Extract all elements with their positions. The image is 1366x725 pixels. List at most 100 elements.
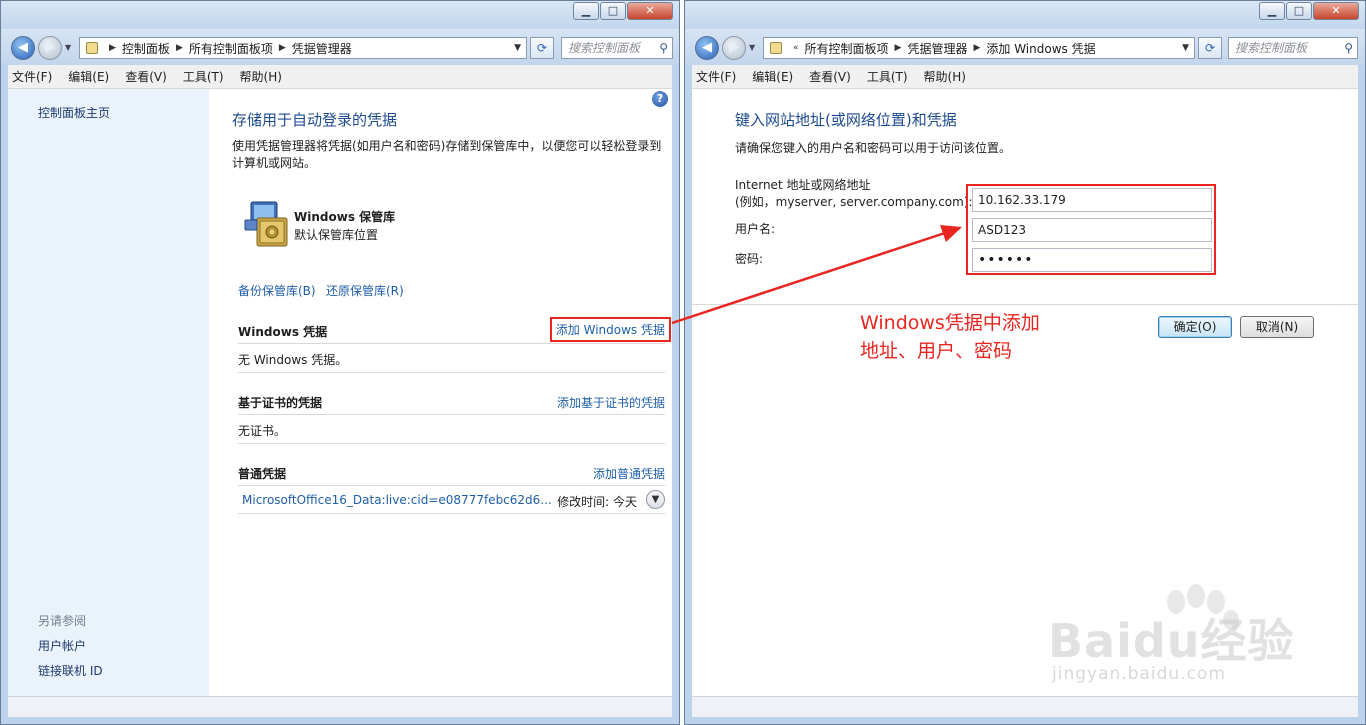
- dialog-divider: [692, 304, 1358, 305]
- vault-title: Windows 保管库: [294, 210, 396, 224]
- window-buttons: ▁ □ ✕: [572, 2, 673, 20]
- menu-view[interactable]: 查看(V): [125, 68, 167, 85]
- section-title: Windows 凭据: [238, 325, 328, 339]
- sidebar-item-control-panel-home[interactable]: 控制面板主页: [38, 104, 110, 121]
- control-panel-icon: [86, 42, 98, 54]
- watermark-url: jingyan.baidu.com: [1052, 664, 1226, 684]
- menu-edit[interactable]: 编辑(E): [752, 68, 793, 85]
- menu-tools[interactable]: 工具(T): [183, 68, 224, 85]
- breadcrumb-item[interactable]: 所有控制面板项: [189, 40, 273, 57]
- content-area: 控制面板主页 另请参阅 用户帐户 链接联机 ID ? 存储用于自动登录的凭据 使…: [8, 89, 672, 696]
- minimize-button[interactable]: ▁: [573, 2, 599, 20]
- username-input[interactable]: ASD123: [972, 218, 1212, 242]
- address-dropdown-chevron-down-icon[interactable]: ▼: [514, 43, 521, 53]
- refresh-button[interactable]: ⟳: [1198, 37, 1222, 59]
- section-title: 普通凭据: [238, 467, 287, 481]
- menu-edit[interactable]: 编辑(E): [68, 68, 109, 85]
- breadcrumb-arrow-icon: ▶: [278, 43, 286, 53]
- recent-pages-chevron-down-icon[interactable]: ▼: [749, 43, 755, 52]
- breadcrumb-arrow-icon: ▶: [894, 43, 902, 53]
- search-input[interactable]: 搜索控制面板 ⚲: [1228, 37, 1358, 59]
- breadcrumb-item[interactable]: 控制面板: [122, 40, 170, 57]
- search-icon[interactable]: ⚲: [659, 38, 668, 58]
- breadcrumb-arrow-icon: ▶: [175, 43, 183, 53]
- breadcrumb-arrow-icon: ▶: [973, 43, 981, 53]
- help-icon[interactable]: ?: [652, 91, 668, 107]
- window-buttons: ▁ □ ✕: [1258, 2, 1359, 20]
- address-label-line2: (例如，myserver, server.company.com):: [735, 195, 973, 209]
- breadcrumb-overflow[interactable]: «: [793, 43, 799, 53]
- back-button[interactable]: ◀: [11, 36, 35, 60]
- forward-button[interactable]: ▶: [38, 36, 62, 60]
- forward-button[interactable]: ▶: [722, 36, 746, 60]
- search-icon[interactable]: ⚲: [1344, 38, 1353, 58]
- main-panel: ? 存储用于自动登录的凭据 使用凭据管理器将凭据(如用户名和密码)存储到保管库中…: [209, 89, 672, 696]
- restore-vault-link[interactable]: 还原保管库(R): [326, 282, 404, 299]
- vault-subtitle: 默认保管库位置: [294, 228, 379, 242]
- close-button[interactable]: ✕: [1313, 2, 1359, 20]
- breadcrumb-item[interactable]: 所有控制面板项: [805, 40, 889, 57]
- page-title: 存储用于自动登录的凭据: [232, 111, 398, 129]
- section-divider: [238, 485, 665, 486]
- section-divider: [238, 343, 665, 344]
- menu-bar: 文件(F) 编辑(E) 查看(V) 工具(T) 帮助(H): [8, 65, 672, 89]
- menu-help[interactable]: 帮助(H): [240, 68, 282, 85]
- annotation-text: Windows凭据中添加 地址、用户、密码: [860, 309, 1040, 365]
- section-divider: [238, 372, 665, 373]
- back-button[interactable]: ◀: [695, 36, 719, 60]
- annotation-line2: 地址、用户、密码: [860, 340, 1013, 362]
- section-empty-text: 无证书。: [238, 424, 287, 438]
- windows-credentials-section: Windows 凭据 添加 Windows 凭据 无 Windows 凭据。: [238, 317, 671, 373]
- minimize-button[interactable]: ▁: [1259, 2, 1285, 20]
- menu-help[interactable]: 帮助(H): [924, 68, 966, 85]
- search-input[interactable]: 搜索控制面板 ⚲: [561, 37, 673, 59]
- sidebar-item-link-online-id[interactable]: 链接联机 ID: [38, 662, 103, 679]
- ok-button[interactable]: 确定(O): [1158, 316, 1232, 338]
- credential-modified: 修改时间: 今天: [557, 495, 637, 509]
- menu-tools[interactable]: 工具(T): [867, 68, 908, 85]
- section-empty-text: 无 Windows 凭据。: [238, 353, 348, 367]
- close-button[interactable]: ✕: [627, 2, 673, 20]
- address-label: Internet 地址或网络地址 (例如，myserver, server.co…: [735, 177, 973, 211]
- address-input[interactable]: 10.162.33.179: [972, 188, 1212, 212]
- add-certificate-credential-link[interactable]: 添加基于证书的凭据: [557, 394, 665, 411]
- expand-chevron-down-icon[interactable]: ▼: [646, 490, 665, 509]
- menu-file[interactable]: 文件(F): [12, 68, 52, 85]
- breadcrumb-arrow-icon: ▶: [109, 43, 116, 53]
- cancel-button[interactable]: 取消(N): [1240, 316, 1314, 338]
- breadcrumb-item[interactable]: 凭据管理器: [292, 40, 352, 57]
- credential-fields-highlight: 10.162.33.179 ASD123 ••••••: [966, 184, 1216, 275]
- backup-vault-link[interactable]: 备份保管库(B): [238, 282, 316, 299]
- refresh-button[interactable]: ⟳: [530, 37, 554, 59]
- breadcrumb-item[interactable]: 凭据管理器: [907, 40, 967, 57]
- credential-name[interactable]: MicrosoftOffice16_Data:live:cid=e08777fe…: [242, 493, 552, 507]
- sidebar-item-user-accounts[interactable]: 用户帐户: [38, 637, 86, 654]
- password-label: 密码:: [735, 252, 764, 266]
- menu-view[interactable]: 查看(V): [809, 68, 851, 85]
- windows-vault-icon: [244, 201, 288, 247]
- navigation-bar: ◀ ▶ ▼ « 所有控制面板项 ▶ 凭据管理器 ▶ 添加 Windows 凭据 …: [685, 29, 1365, 65]
- annotation-line1: Windows凭据中添加: [860, 312, 1040, 334]
- recent-pages-chevron-down-icon[interactable]: ▼: [65, 43, 71, 52]
- address-label-line1: Internet 地址或网络地址: [735, 178, 871, 192]
- breadcrumb-item[interactable]: 添加 Windows 凭据: [986, 40, 1095, 57]
- maximize-button[interactable]: □: [1286, 2, 1312, 20]
- address-bar[interactable]: ▶ 控制面板 ▶ 所有控制面板项 ▶ 凭据管理器 ▼: [79, 37, 527, 59]
- menu-file[interactable]: 文件(F): [696, 68, 736, 85]
- password-input[interactable]: ••••••: [972, 248, 1212, 272]
- add-generic-credential-link[interactable]: 添加普通凭据: [593, 465, 665, 482]
- status-bar: [8, 696, 672, 717]
- page-title: 键入网站地址(或网络位置)和凭据: [735, 111, 957, 129]
- username-label: 用户名:: [735, 222, 776, 236]
- section-divider: [238, 414, 665, 415]
- sidebar-see-also-heading: 另请参阅: [38, 614, 87, 628]
- address-bar[interactable]: « 所有控制面板项 ▶ 凭据管理器 ▶ 添加 Windows 凭据 ▼: [763, 37, 1195, 59]
- generic-credentials-section: 普通凭据 添加普通凭据 MicrosoftOffice16_Data:live:…: [238, 463, 665, 515]
- credential-manager-window: ▁ □ ✕ ◀ ▶ ▼ ▶ 控制面板 ▶ 所有控制面板项 ▶ 凭据管理器 ▼ ⟳…: [0, 0, 680, 725]
- section-title: 基于证书的凭据: [238, 396, 323, 410]
- maximize-button[interactable]: □: [600, 2, 626, 20]
- section-divider: [238, 513, 665, 514]
- navigation-bar: ◀ ▶ ▼ ▶ 控制面板 ▶ 所有控制面板项 ▶ 凭据管理器 ▼ ⟳ 搜索控制面…: [1, 29, 679, 65]
- address-dropdown-chevron-down-icon[interactable]: ▼: [1182, 43, 1189, 53]
- add-windows-credential-link[interactable]: 添加 Windows 凭据: [549, 317, 671, 342]
